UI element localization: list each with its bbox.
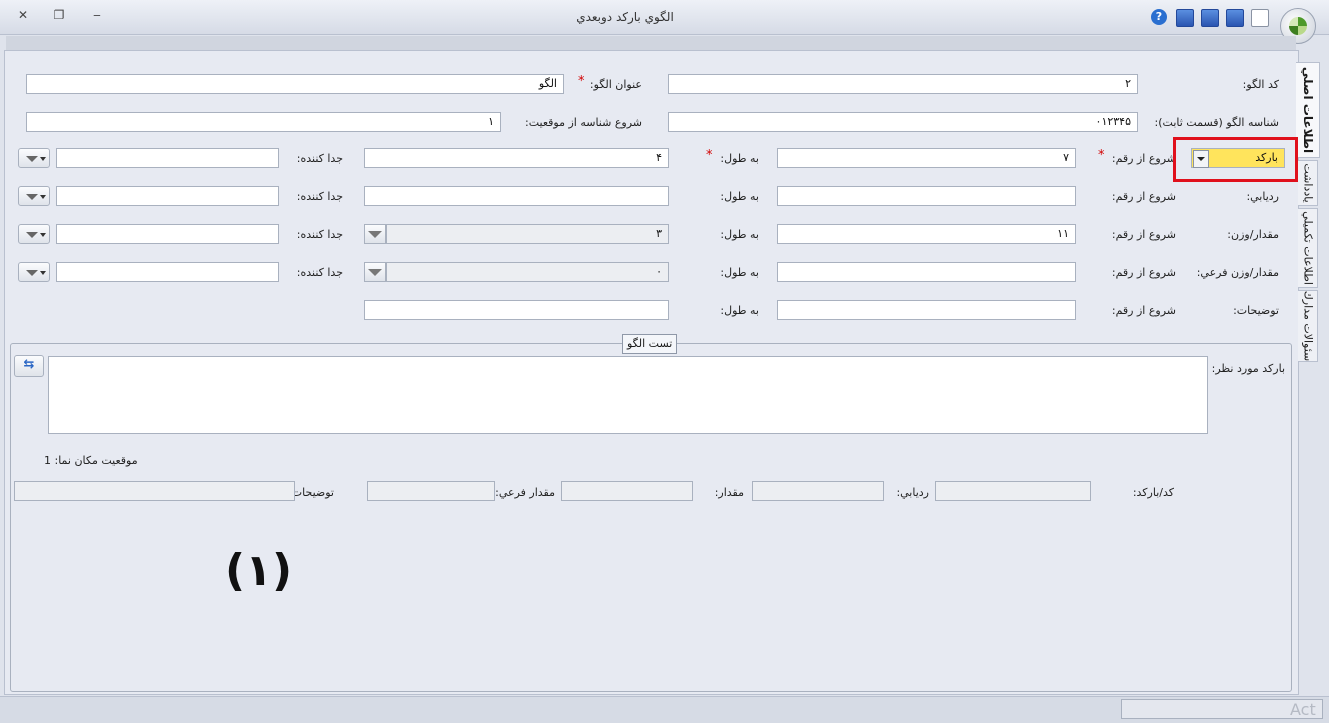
amount-length-field[interactable]: ۳ (386, 224, 669, 244)
sub-amount-length-dropdown[interactable] (364, 262, 386, 282)
id-field[interactable]: ۰۱۲۳۴۵ (668, 112, 1138, 132)
tracking-output-label: رديابي: (896, 486, 929, 499)
id-start-label: شروع شناسه از موقعيت: (525, 116, 642, 129)
tracking-separator-dropdown[interactable] (18, 186, 50, 206)
amount-start-label: شروع از رقم: (1111, 228, 1176, 241)
id-start-field[interactable]: ۱ (26, 112, 501, 132)
test-group-title: تست الگو (622, 334, 678, 354)
new-document-icon[interactable] (1251, 9, 1269, 27)
save-close-icon[interactable] (1176, 9, 1194, 27)
description-start-label: شروع از رقم: (1111, 304, 1176, 317)
id-label: شناسه الگو (قسمت ثابت): (1154, 116, 1279, 129)
help-icon[interactable]: ? (1151, 9, 1167, 25)
tracking-separator-field[interactable] (56, 186, 279, 206)
tracking-output (752, 481, 884, 501)
start-digit-label: شروع از رقم: (1111, 152, 1176, 165)
sub-amount-separator-label: جدا كننده: (296, 266, 343, 279)
amount-start-field[interactable]: ۱۱ (777, 224, 1076, 244)
sub-amount-start-field[interactable] (777, 262, 1076, 282)
amount-output-label: مقدار: (714, 486, 744, 499)
tracking-length-field[interactable] (364, 186, 669, 206)
description-output (14, 481, 295, 501)
sub-amount-output-label: مقدار فرعي: (495, 486, 555, 499)
amount-separator-field[interactable] (56, 224, 279, 244)
highlight-box (1173, 137, 1298, 182)
amount-length-dropdown[interactable] (364, 224, 386, 244)
small-arrow-icon (40, 271, 46, 275)
description-length-field[interactable] (364, 300, 669, 320)
code-field[interactable]: ۲ (668, 74, 1138, 94)
chevron-down-icon (368, 231, 382, 238)
title-required-mark: * (578, 74, 585, 89)
small-arrow-icon (40, 195, 46, 199)
barcode-separator-dropdown[interactable] (18, 148, 50, 168)
watermark-text: Act (1290, 700, 1316, 719)
title-label: عنوان الگو: (589, 78, 642, 91)
description-length-label: به طول: (720, 304, 759, 317)
barcode-test-input[interactable] (48, 356, 1208, 434)
barcode-length-field[interactable]: ۴ (364, 148, 669, 168)
chevron-down-icon (26, 232, 38, 238)
window-title: الگوي بارکد دوبعدي (576, 10, 674, 24)
cursor-position-label: موقعيت مكان نما: 1 (44, 454, 138, 467)
sub-amount-length-field[interactable]: ۰ (386, 262, 669, 282)
save-icon[interactable] (1226, 9, 1244, 27)
tracking-start-label: شروع از رقم: (1111, 190, 1176, 203)
amount-label: مقدار/وزن: (1227, 228, 1279, 241)
tab-notes[interactable]: يادداشت (1298, 160, 1318, 206)
tab-extra-info[interactable]: اطلاعات تكميلي (1298, 208, 1318, 288)
barcode-start-field[interactable]: ۷ (777, 148, 1076, 168)
annotation-number: (۱) (225, 545, 293, 596)
ribbon-strip (6, 36, 1296, 51)
code-label: كد الگو: (1242, 78, 1279, 91)
chevron-down-icon (368, 269, 382, 276)
logo-icon (1289, 17, 1307, 35)
sub-amount-output (367, 481, 495, 501)
tracking-start-field[interactable] (777, 186, 1076, 206)
length-label: به طول: (720, 152, 759, 165)
description-start-field[interactable] (777, 300, 1076, 320)
description-label: توضيحات: (1233, 304, 1279, 317)
code-barcode-label: كد/باركد: (1132, 486, 1174, 499)
sub-amount-start-label: شروع از رقم: (1111, 266, 1176, 279)
barcode-input-label: باركد مورد نظر: (1211, 362, 1285, 375)
sub-amount-separator-dropdown[interactable] (18, 262, 50, 282)
sub-amount-separator-field[interactable] (56, 262, 279, 282)
code-barcode-output (935, 481, 1091, 501)
length-required-mark: * (706, 148, 713, 163)
small-arrow-icon (40, 233, 46, 237)
chevron-down-icon (26, 156, 38, 162)
sub-amount-length-label: به طول: (720, 266, 759, 279)
amount-length-label: به طول: (720, 228, 759, 241)
tracking-length-label: به طول: (720, 190, 759, 203)
tab-main-info[interactable]: اطلاعات اصلي (1296, 62, 1320, 158)
amount-separator-label: جدا كننده: (296, 228, 343, 241)
tracking-separator-label: جدا كننده: (296, 190, 343, 203)
swap-button[interactable]: ⇆ (14, 355, 44, 377)
save-new-icon[interactable] (1201, 9, 1219, 27)
small-arrow-icon (40, 157, 46, 161)
sub-amount-label: مقدار/وزن فرعي: (1196, 266, 1279, 279)
amount-output (561, 481, 693, 501)
tab-questions[interactable]: سئوالات مدارك (1298, 290, 1318, 362)
chevron-down-icon (26, 194, 38, 200)
title-field[interactable]: الگو (26, 74, 564, 94)
barcode-separator-field[interactable] (56, 148, 279, 168)
swap-icon: ⇆ (23, 357, 35, 372)
tracking-label: رديابي: (1246, 190, 1279, 203)
start-required-mark: * (1098, 148, 1105, 163)
separator-label: جدا كننده: (296, 152, 343, 165)
chevron-down-icon (26, 270, 38, 276)
amount-separator-dropdown[interactable] (18, 224, 50, 244)
